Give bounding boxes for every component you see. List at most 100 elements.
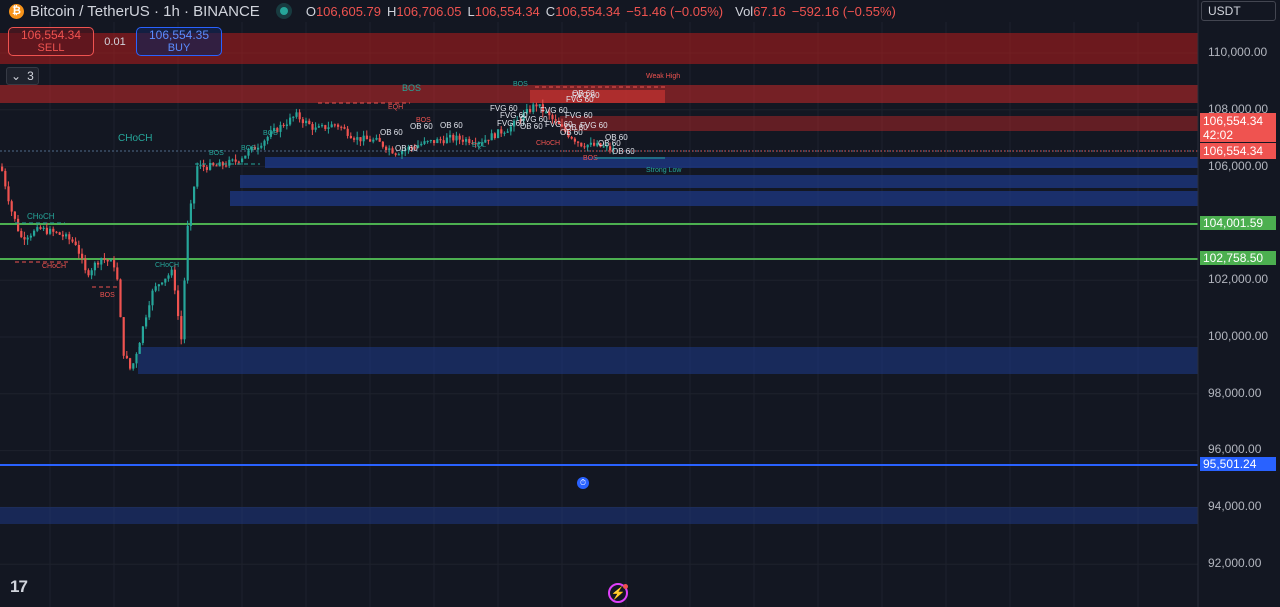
ob-label: OB 60 (565, 123, 588, 132)
close-value: 106,554.34 (555, 3, 621, 19)
candle-body (340, 126, 343, 128)
tradingview-logo: 17 (10, 577, 28, 596)
market-status-icon[interactable] (279, 7, 288, 15)
green-level-badge[interactable]: 104,001.59 (1200, 216, 1276, 230)
candle-body (52, 228, 55, 232)
candle-body (420, 143, 423, 146)
candle-body (314, 127, 317, 130)
candle-body (241, 158, 244, 162)
candle-body (346, 128, 349, 136)
candle-body (154, 286, 157, 291)
symbol-title[interactable]: Bitcoin / TetherUS · 1h · BINANCE (30, 3, 260, 20)
current-price-badge[interactable]: 106,554.34 (1200, 113, 1276, 129)
candle-body (397, 154, 400, 156)
candle-body (106, 259, 109, 262)
candle-body (90, 270, 93, 276)
bos-label: BOS (513, 81, 528, 88)
buy-button[interactable]: 106,554.35 BUY (136, 27, 222, 56)
eql-label: EQL (472, 142, 486, 149)
candle-body (237, 161, 240, 163)
candle-body (65, 234, 68, 237)
choch-label: CHoCH (155, 262, 179, 269)
candle-body (1, 166, 4, 171)
sell-button[interactable]: 106,554.34 SELL (8, 27, 94, 56)
candle-body (436, 139, 439, 144)
ob-label: OB 60 (410, 122, 433, 131)
candle-body (593, 142, 596, 146)
trade-panel: 106,554.34 SELL 0.01 106,554.35 BUY (8, 27, 222, 56)
candle-body (55, 231, 58, 233)
candle-body (461, 139, 464, 142)
candle-body (257, 147, 260, 150)
bitcoin-icon[interactable]: ₿ (9, 3, 24, 19)
candle-body (132, 363, 135, 369)
demand-zone (0, 507, 1198, 524)
candle-body (183, 280, 186, 340)
volume-value: 67.16 (753, 3, 786, 19)
candle-body (26, 237, 29, 240)
candle-body (180, 316, 183, 340)
indicators-toggle-button[interactable]: ⌄ 3 (6, 67, 39, 85)
candle-body (305, 120, 308, 124)
candlestick-series (1, 99, 615, 371)
choch-label: CHoCH (118, 133, 152, 144)
candle-body (308, 120, 311, 125)
candle-body (321, 125, 324, 127)
candle-body (330, 124, 333, 128)
buy-label: BUY (167, 42, 191, 54)
candle-body (177, 290, 180, 317)
candle-body (84, 258, 87, 271)
candle-body (119, 279, 122, 318)
clock-icon[interactable]: ⏱ (577, 477, 589, 489)
candle-body (388, 148, 391, 150)
price-change: −51.46 (−0.05%) (626, 3, 724, 19)
ob-label: OB 60 (520, 122, 543, 131)
candle-body (170, 269, 173, 276)
ob-label: OB 60 (395, 144, 418, 153)
currency-select[interactable]: USDT (1201, 1, 1276, 21)
candle-body (551, 115, 554, 120)
ob-label: OB 60 (380, 128, 403, 137)
candle-body (23, 237, 26, 240)
price-chart[interactable]: CHoCHCHoCHCHoCH CHoCHBOSBOSBOSBOSBOS BOSBO… (0, 0, 1280, 607)
candle-body (500, 129, 503, 134)
blue-level-badge[interactable]: 95,501.24 (1200, 457, 1276, 471)
sell-label: SELL (37, 42, 65, 54)
candle-body (225, 165, 228, 167)
candle-body (442, 140, 445, 144)
bos-label: BOS (209, 150, 224, 157)
candle-body (234, 159, 237, 162)
volume-change: −592.16 (−0.55%) (791, 3, 896, 19)
candle-body (77, 244, 80, 254)
candle-body (298, 112, 301, 120)
demand-zone (230, 191, 1198, 206)
candle-body (228, 159, 231, 166)
candle-body (589, 142, 592, 145)
candle-body (353, 138, 356, 140)
choch-label: CHoCH (536, 140, 560, 147)
candle-body (151, 290, 154, 306)
candle-body (260, 145, 263, 148)
bos-label: BOS (402, 83, 421, 93)
candle-body (349, 135, 352, 139)
candle-body (433, 140, 436, 144)
candle-body (577, 141, 580, 143)
green-level-badge[interactable]: 102,758.50 (1200, 251, 1276, 265)
candle-body (586, 144, 589, 148)
candle-body (583, 146, 586, 148)
candle-body (205, 167, 208, 170)
price-axis-label: 94,000.00 (1208, 499, 1262, 513)
low-value: 106,554.34 (474, 3, 540, 19)
candle-body (490, 133, 493, 141)
candle-body (289, 117, 292, 125)
candle-body (13, 211, 16, 219)
candle-body (365, 135, 368, 140)
candle-body (317, 126, 320, 128)
candle-body (33, 230, 36, 236)
candle-body (45, 227, 48, 234)
candle-body (333, 124, 336, 126)
weak-high-label: Weak High (646, 73, 680, 80)
candle-body (279, 124, 282, 132)
candle-body (17, 218, 20, 232)
current-price-badge-2[interactable]: 106,554.34 (1200, 143, 1276, 159)
